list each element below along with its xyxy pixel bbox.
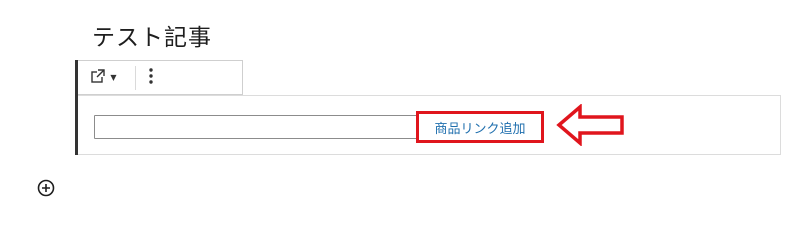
more-options-button[interactable] (136, 61, 166, 94)
external-link-icon (91, 68, 106, 87)
block-type-button[interactable]: ▼ (82, 61, 126, 94)
url-input[interactable] (94, 115, 424, 139)
add-product-link-button[interactable]: 商品リンク追加 (416, 111, 544, 143)
post-title[interactable]: テスト記事 (92, 18, 212, 52)
more-vertical-icon (149, 67, 153, 88)
block-inserter-button[interactable] (36, 178, 56, 198)
block-toolbar: ▼ (78, 60, 243, 95)
left-arrow-icon (556, 104, 624, 146)
editor-canvas: テスト記事 ▼ 商品リンク追加 (0, 0, 800, 226)
plus-circle-icon (37, 179, 55, 197)
caret-down-icon: ▼ (110, 72, 117, 82)
